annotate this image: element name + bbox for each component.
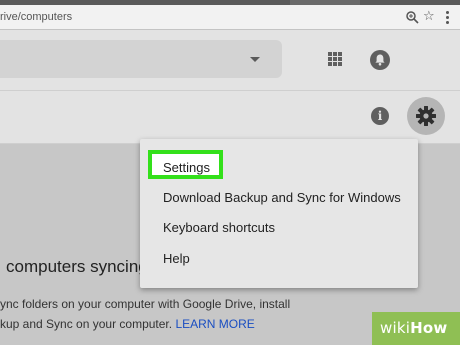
search-box[interactable] [0, 40, 282, 78]
gear-icon [416, 106, 436, 126]
url-text[interactable]: rive/computers [0, 11, 72, 23]
menu-item-keyboard-shortcuts[interactable]: Keyboard shortcuts [163, 220, 275, 235]
address-bar[interactable]: rive/computers ☆ [0, 5, 460, 30]
description-line-2-text: kup and Sync on your computer. [0, 317, 173, 331]
description-line-2: kup and Sync on your computer. LEARN MOR… [0, 314, 290, 334]
watermark-prefix: wiki [380, 319, 411, 337]
search-options-caret-icon[interactable] [250, 57, 260, 62]
watermark-suffix: How [410, 319, 448, 337]
drive-toolbar: i [0, 91, 460, 144]
bell-icon[interactable] [370, 50, 390, 70]
settings-button[interactable] [407, 97, 445, 135]
page-title: computers syncing [6, 257, 148, 276]
zoom-icon[interactable] [405, 10, 419, 24]
menu-item-download-backup-sync[interactable]: Download Backup and Sync for Windows [163, 190, 401, 205]
wikihow-watermark: wikiHow [372, 312, 460, 345]
watermark-text: wikiHow [380, 319, 447, 337]
browser-menu-icon[interactable] [442, 9, 452, 25]
settings-menu: Settings Download Backup and Sync for Wi… [140, 139, 418, 288]
menu-item-help[interactable]: Help [163, 251, 190, 266]
learn-more-link[interactable]: LEARN MORE [175, 317, 254, 331]
info-icon[interactable]: i [371, 107, 389, 125]
page-description: ync folders on your computer with Google… [0, 294, 290, 334]
menu-item-settings[interactable]: Settings [163, 160, 210, 175]
apps-grid-icon[interactable] [328, 52, 342, 66]
description-line-1: ync folders on your computer with Google… [0, 297, 291, 311]
drive-header [0, 30, 460, 91]
settings-highlight[interactable]: Settings [148, 150, 223, 179]
bookmark-star-icon[interactable]: ☆ [423, 8, 435, 24]
